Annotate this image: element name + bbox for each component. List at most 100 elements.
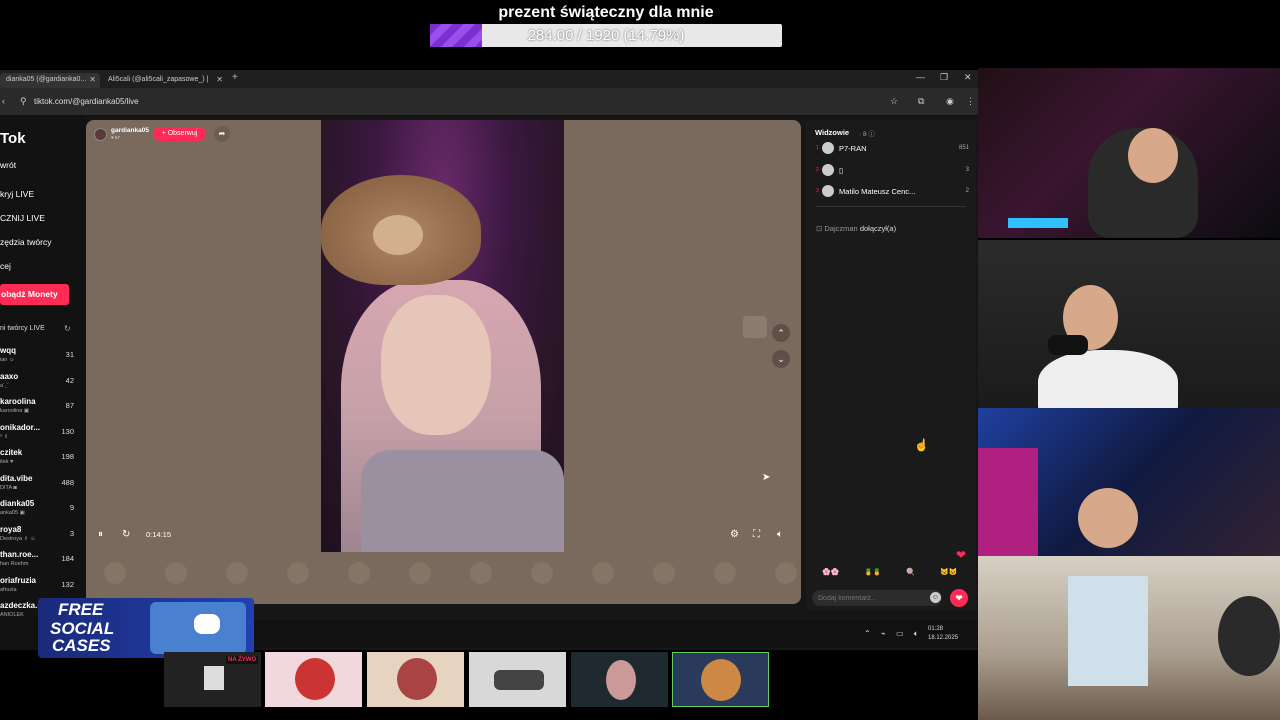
creator-subtitle: han Roehm	[0, 561, 29, 567]
bookmark-star-icon[interactable]: ☆	[890, 96, 898, 107]
share-icon[interactable]: ➦	[214, 126, 230, 142]
creator-item[interactable]: czitek itek ♥ 198	[0, 448, 74, 472]
emoji-icon[interactable]: ☺	[930, 592, 941, 603]
like-heart-button[interactable]: ❤	[950, 589, 968, 607]
viewers-count: · 8 ⓘ	[859, 131, 875, 138]
creator-item[interactable]: karoolina karoolina ▣ 87	[0, 397, 74, 421]
gift-item[interactable]	[104, 562, 126, 584]
viewer-row[interactable]: 2 ▯ 3	[812, 163, 972, 178]
reaction-item[interactable]: 🌸🌸	[822, 568, 839, 576]
creator-item[interactable]: roya8 Destroya ♗ ☺ 3	[0, 525, 74, 549]
viewers-header[interactable]: Widzowie	[815, 128, 849, 137]
replay-icon[interactable]: ↻	[122, 529, 130, 540]
refresh-icon[interactable]: ↻	[64, 324, 71, 333]
creator-item[interactable]: aaxo a˙ꞈˇ 42	[0, 372, 74, 396]
tiktok-logo[interactable]: Tok	[0, 130, 26, 147]
creator-name: dita.vibe	[0, 473, 33, 483]
creator-item[interactable]: dita.vibe DITA ◙ 488	[0, 474, 74, 498]
host-avatar[interactable]	[94, 128, 107, 141]
creator-subtitle: ANIOLEK	[0, 612, 24, 618]
reaction-item[interactable]: 🍍🍍	[864, 568, 881, 576]
browser-window: dianka05 (@gardianka0... ✕ Ali5cali (@al…	[0, 70, 978, 650]
thumbnail-6[interactable]	[672, 652, 769, 707]
viewer-count: 132	[61, 579, 74, 589]
tray-time: 01:28	[928, 626, 944, 632]
chevron-up-icon[interactable]: ⌃	[772, 324, 790, 342]
fullscreen-icon[interactable]: ⛶	[753, 529, 760, 540]
thumbnail-5[interactable]	[571, 652, 668, 707]
webcam-4	[978, 556, 1280, 720]
viewer-score: 3	[965, 166, 969, 173]
site-info-icon[interactable]: ⚲	[20, 96, 27, 107]
gift-item[interactable]	[531, 562, 553, 584]
sidebar-item-back[interactable]: wrót	[0, 160, 16, 170]
gift-item[interactable]	[165, 562, 187, 584]
volume-icon[interactable]: 🔈︎	[777, 529, 783, 540]
promo-banner[interactable]: FREE SOCIAL CASES	[38, 598, 254, 658]
creator-name: karoolina	[0, 397, 36, 406]
profile-icon[interactable]: ◉	[946, 96, 954, 107]
divider	[816, 206, 966, 207]
chevron-down-icon[interactable]: ⌄	[772, 350, 790, 368]
viewer-row[interactable]: 3 Matilo Mateusz Cenc... 2	[812, 185, 972, 199]
creator-item[interactable]: oriafruzia afruzia 132	[0, 576, 74, 600]
playback-time: 0:14:15	[146, 530, 172, 539]
mini-preview[interactable]	[743, 316, 767, 338]
pause-icon[interactable]: ⏸	[98, 529, 103, 540]
creator-item[interactable]: dianka05 anka05 ▣ 9	[0, 499, 74, 523]
tiktok-page: Tok wrót kryj LIVE CZNIJ LIVE zędzia twó…	[0, 116, 978, 650]
gift-item[interactable]	[287, 562, 309, 584]
reaction-item[interactable]: 🍭	[906, 568, 915, 576]
new-tab-button[interactable]: +	[232, 72, 238, 83]
thumbnail-4[interactable]	[469, 652, 566, 707]
extensions-icon[interactable]: ⧉	[918, 96, 924, 107]
gift-item[interactable]	[775, 562, 797, 584]
get-coins-button[interactable]: obądź Monety	[0, 284, 69, 305]
close-icon[interactable]: ✕	[89, 75, 96, 84]
gift-item[interactable]	[409, 562, 431, 584]
sidebar-item-creator-tools[interactable]: zędzia twórcy	[0, 237, 52, 247]
close-icon[interactable]: ✕	[216, 75, 223, 84]
tray-icons[interactable]: ⌃ ⌁ ▭ 🔈︎	[864, 629, 923, 639]
thumbnail-3[interactable]	[367, 652, 464, 707]
creator-item[interactable]: than.roe... han Roehm 184	[0, 550, 74, 574]
host-name[interactable]: gardianka05	[111, 127, 149, 134]
minimize-icon[interactable]: —	[916, 72, 925, 82]
host-likes: ♥ 67	[111, 135, 120, 140]
live-video[interactable]	[321, 120, 564, 552]
gift-item[interactable]	[348, 562, 370, 584]
creator-subtitle: afruzia	[0, 586, 17, 593]
thumbnail-2[interactable]	[265, 652, 362, 707]
creator-name: roya8	[0, 524, 22, 534]
reaction-item[interactable]: 🐱🐱	[940, 568, 957, 576]
gift-item[interactable]	[592, 562, 614, 584]
sidebar-item-more[interactable]: cej	[0, 261, 11, 271]
browser-tab-gardianka[interactable]: dianka05 (@gardianka0... ✕	[0, 73, 100, 88]
viewer-row[interactable]: 1 P7-RAN 851	[812, 142, 972, 156]
viewer-count: 488	[61, 477, 74, 487]
creator-subtitle: Destroya ♗ ☺	[0, 535, 36, 542]
maximize-icon[interactable]: ❐	[940, 72, 948, 83]
join-user[interactable]: Dajczman	[824, 224, 857, 233]
gift-item[interactable]	[470, 562, 492, 584]
creator-item[interactable]: onikador... ᵒ ♗ 130	[0, 423, 74, 447]
browser-tab-ali5cali[interactable]: Ali5cali (@ali5cali_zapasowe_) | ✕	[102, 73, 227, 88]
gift-item[interactable]	[714, 562, 736, 584]
live-player[interactable]: gardianka05 ♥ 67 + Obserwuj ➦ ⌃ ⌄ ⏸ ↻ 0:…	[86, 120, 801, 604]
viewer-score: 851	[958, 145, 969, 151]
reload-icon[interactable]: ‹	[2, 96, 5, 106]
creator-name: czitek	[0, 448, 23, 457]
webcam-1	[978, 68, 1280, 238]
comment-input[interactable]	[812, 590, 942, 606]
gift-item[interactable]	[653, 562, 675, 584]
gift-item[interactable]	[226, 562, 248, 584]
sidebar-item-start-live[interactable]: CZNIJ LIVE	[0, 213, 45, 223]
follow-button[interactable]: + Obserwuj	[153, 127, 206, 141]
menu-icon[interactable]: ⋮	[966, 96, 975, 107]
settings-icon[interactable]: ⚙	[730, 529, 739, 540]
sidebar-item-discover-live[interactable]: kryj LIVE	[0, 189, 34, 199]
creator-item[interactable]: wqq ian ☺ 31	[0, 346, 74, 370]
creator-name: wqq	[0, 346, 16, 355]
url-field[interactable]: tiktok.com/@gardianka05/live	[34, 97, 139, 106]
window-close-icon[interactable]: ✕	[964, 72, 972, 83]
